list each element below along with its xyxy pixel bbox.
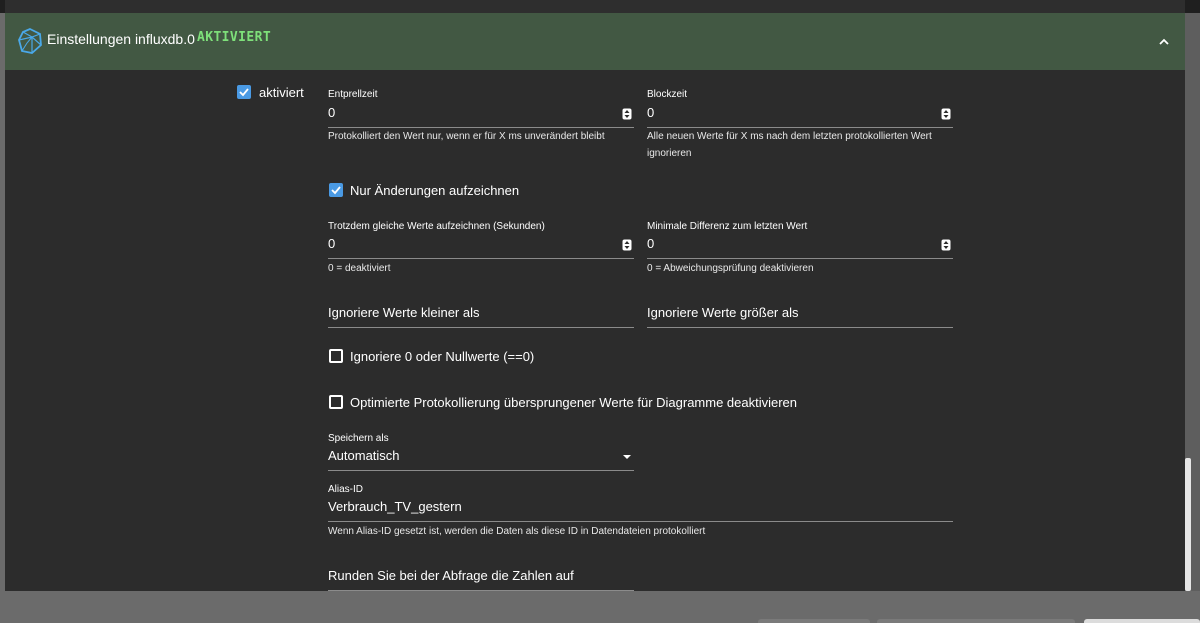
debounce-helper: Protokolliert den Wert nur, wenn er für … bbox=[328, 131, 605, 142]
min-diff-helper: 0 = Abweichungsprüfung deaktivieren bbox=[647, 263, 814, 274]
ignore-zero-label: Ignoriere 0 oder Nullwerte (==0) bbox=[350, 349, 535, 364]
ignore-zero-checkbox[interactable] bbox=[329, 349, 343, 363]
panel-header[interactable]: Einstellungen influxdb.0 AKTIVIERT bbox=[5, 13, 1185, 70]
store-as-select[interactable]: Automatisch bbox=[328, 443, 634, 471]
still-log-helper: 0 = deaktiviert bbox=[328, 263, 391, 274]
panel-title: Einstellungen influxdb.0 bbox=[47, 31, 195, 47]
changes-only-checkbox[interactable] bbox=[329, 183, 343, 197]
enabled-label: aktiviert bbox=[259, 85, 304, 100]
debounce-label: Entprellzeit bbox=[328, 89, 378, 100]
min-diff-input[interactable]: 0 bbox=[647, 231, 953, 259]
round-input[interactable]: Runden Sie bei der Abfrage die Zahlen au… bbox=[328, 563, 634, 591]
ignore-above-input[interactable]: Ignoriere Werte größer als bbox=[647, 300, 953, 328]
still-log-input[interactable]: 0 bbox=[328, 231, 634, 259]
spinner-icon[interactable] bbox=[622, 107, 632, 120]
top-strip bbox=[0, 0, 1200, 13]
chevron-up-icon[interactable] bbox=[1155, 33, 1173, 51]
dropdown-arrow-icon[interactable] bbox=[623, 455, 631, 459]
previous-panel-edge bbox=[5, 0, 1185, 13]
disable-optimized-checkbox[interactable] bbox=[329, 395, 343, 409]
debounce-input[interactable]: 0 bbox=[328, 100, 634, 128]
spinner-icon[interactable] bbox=[622, 238, 632, 251]
changes-only-label: Nur Änderungen aufzeichnen bbox=[350, 183, 520, 198]
scrollbar-thumb[interactable] bbox=[1185, 458, 1191, 591]
bottom-tab[interactable] bbox=[877, 619, 1075, 623]
ignore-below-input[interactable]: Ignoriere Werte kleiner als bbox=[328, 300, 634, 328]
spinner-icon[interactable] bbox=[941, 238, 951, 251]
spinner-icon[interactable] bbox=[941, 107, 951, 120]
blocktime-label: Blockzeit bbox=[647, 89, 688, 100]
bottom-tab[interactable] bbox=[1084, 619, 1200, 623]
alias-input[interactable]: Verbrauch_TV_gestern bbox=[328, 494, 953, 522]
enabled-checkbox[interactable] bbox=[237, 85, 251, 99]
disable-optimized-label: Optimierte Protokollierung übersprungene… bbox=[350, 395, 798, 410]
status-badge: AKTIVIERT bbox=[197, 30, 272, 45]
bottom-tab[interactable] bbox=[758, 619, 870, 623]
settings-panel: Einstellungen influxdb.0 AKTIVIERT aktiv… bbox=[5, 13, 1185, 591]
alias-helper: Wenn Alias-ID gesetzt ist, werden die Da… bbox=[328, 526, 706, 537]
blocktime-input[interactable]: 0 bbox=[647, 100, 953, 128]
influxdb-icon bbox=[18, 28, 42, 54]
blocktime-helper-line2: ignorieren bbox=[647, 148, 692, 159]
